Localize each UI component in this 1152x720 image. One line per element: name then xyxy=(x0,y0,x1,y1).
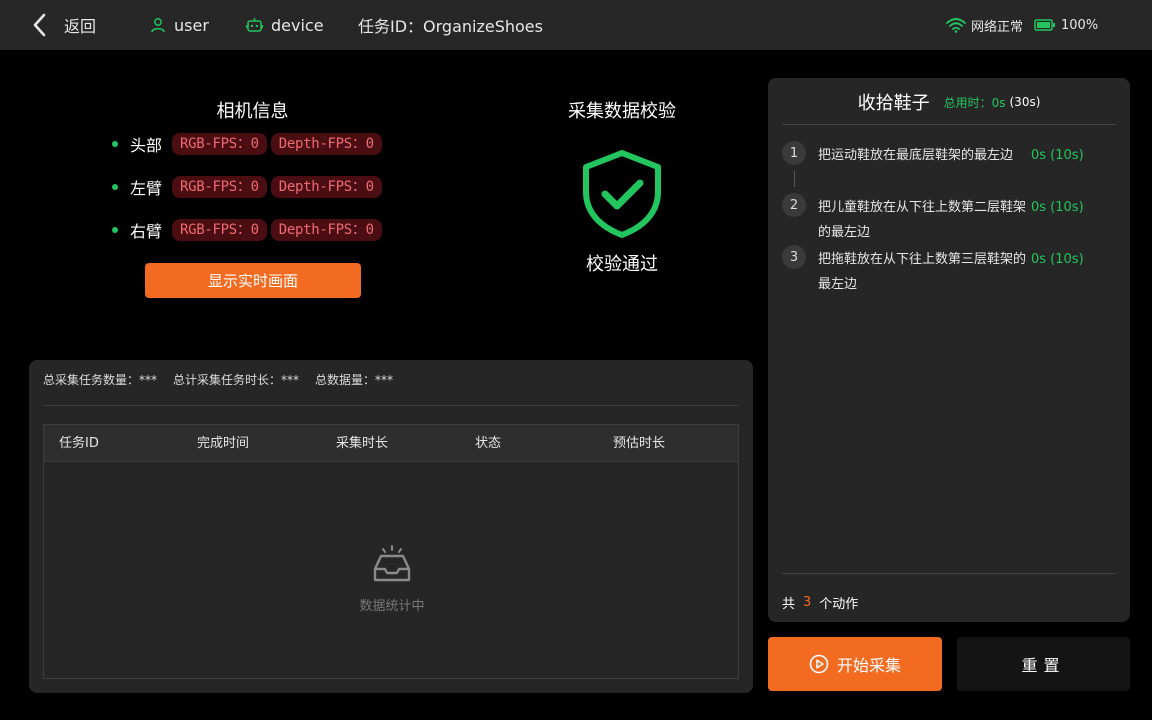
camera-name: 头部 xyxy=(130,136,163,155)
rgb-fps-tag: RGB-FPS：0 xyxy=(172,133,267,155)
task-id: 任务ID：OrganizeShoes xyxy=(358,17,543,36)
step-number: 1 xyxy=(782,141,806,165)
robot-icon xyxy=(246,18,263,32)
camera-row-left-arm: 左臂 RGB-FPS：0 Depth-FPS：0 xyxy=(112,176,386,198)
task-panel-header: 收拾鞋子 总用时：0s (30s) xyxy=(768,90,1130,114)
depth-fps-tag: Depth-FPS：0 xyxy=(270,133,382,155)
task-title: 收拾鞋子 xyxy=(857,93,930,114)
camera-info-title: 相机信息 xyxy=(216,101,289,122)
device-indicator: device xyxy=(246,0,324,50)
step-time: 0s (10s) xyxy=(1031,200,1084,215)
rgb-fps-tag: RGB-FPS：0 xyxy=(172,176,267,198)
wifi-icon xyxy=(946,18,966,33)
verify-status: 校验通过 xyxy=(586,254,658,275)
step-time: 0s (10s) xyxy=(1031,148,1084,163)
divider xyxy=(782,573,1116,574)
count-value: 3 xyxy=(803,595,812,610)
shield-check-icon xyxy=(583,150,661,238)
battery-status: 100% xyxy=(1034,0,1098,50)
time-limit: (30s) xyxy=(1009,95,1041,109)
task-panel: 收拾鞋子 总用时：0s (30s) 1 把运动鞋放在最底层鞋架的最左边 0s (… xyxy=(768,78,1130,622)
camera-row-right-arm: 右臂 RGB-FPS：0 Depth-FPS：0 xyxy=(112,219,386,241)
divider xyxy=(43,405,739,406)
table-header: 任务ID 完成时间 采集时长 状态 预估时长 xyxy=(44,425,738,462)
user-indicator: user xyxy=(150,0,209,50)
step-time: 0s (10s) xyxy=(1031,252,1084,267)
column-header-task-id: 任务ID xyxy=(59,436,99,451)
total-duration: 总计采集任务时长：*** xyxy=(173,373,300,387)
show-live-view-button[interactable]: 显示实时画面 xyxy=(145,263,361,298)
step-text: 把儿童鞋放在从下往上数第二层鞋架的最左边 xyxy=(818,200,1027,240)
step-text: 把运动鞋放在最底层鞋架的最左边 xyxy=(818,148,1014,163)
depth-fps-tag: Depth-FPS：0 xyxy=(270,176,382,198)
step-text: 把拖鞋放在从下往上数第三层鞋架的最左边 xyxy=(818,252,1027,292)
count-prefix: 共 xyxy=(782,597,796,612)
start-label: 开始采集 xyxy=(836,656,901,675)
count-suffix: 个动作 xyxy=(819,597,859,612)
status-dot xyxy=(112,184,118,190)
stats-summary: 总采集任务数量：*** 总计采集任务时长：*** 总数据量：*** xyxy=(43,371,409,388)
camera-name: 右臂 xyxy=(130,222,163,241)
battery-icon xyxy=(1034,19,1055,31)
camera-name: 左臂 xyxy=(130,179,163,198)
start-collection-button[interactable]: 开始采集 xyxy=(768,637,942,691)
time-used: 总用时：0s xyxy=(943,95,1006,110)
status-dot xyxy=(112,227,118,233)
user-icon xyxy=(151,18,165,33)
step-connector xyxy=(794,171,795,187)
step-number: 3 xyxy=(782,245,806,269)
column-header-estimate: 预估时长 xyxy=(613,436,666,451)
back-label: 返回 xyxy=(64,17,97,36)
column-header-finish-time: 完成时间 xyxy=(197,436,250,451)
stats-card: 总采集任务数量：*** 总计采集任务时长：*** 总数据量：*** 任务ID 完… xyxy=(29,360,753,693)
column-header-duration: 采集时长 xyxy=(336,436,389,451)
rgb-fps-tag: RGB-FPS：0 xyxy=(172,219,267,241)
network-label: 网络正常 xyxy=(971,19,1024,35)
stats-table: 任务ID 完成时间 采集时长 状态 预估时长 数据统计中 xyxy=(43,424,739,679)
divider xyxy=(782,124,1116,125)
status-dot xyxy=(112,141,118,147)
top-bar: 返回 user device 任务ID：OrganizeShoes 网络正常 1… xyxy=(0,0,1152,50)
depth-fps-tag: Depth-FPS：0 xyxy=(270,219,382,241)
data-verify-title: 采集数据校验 xyxy=(568,101,676,122)
empty-inbox-icon xyxy=(373,545,411,582)
column-header-status: 状态 xyxy=(475,436,502,451)
play-circle-icon xyxy=(809,654,829,674)
step-number: 2 xyxy=(782,193,806,217)
reset-button[interactable]: 重置 xyxy=(957,637,1130,691)
device-label: device xyxy=(271,15,324,35)
camera-row-head: 头部 RGB-FPS：0 Depth-FPS：0 xyxy=(112,133,386,155)
network-status: 网络正常 xyxy=(946,0,1023,50)
user-label: user xyxy=(174,15,209,35)
empty-state-text: 数据统计中 xyxy=(359,599,425,614)
battery-label: 100% xyxy=(1061,17,1099,33)
action-count: 共 3 个动作 xyxy=(782,593,858,612)
back-button[interactable]: 返回 xyxy=(30,0,96,50)
total-tasks: 总采集任务数量：*** xyxy=(43,373,158,387)
chevron-left-icon xyxy=(33,13,46,37)
total-data: 总数据量：*** xyxy=(315,373,394,387)
